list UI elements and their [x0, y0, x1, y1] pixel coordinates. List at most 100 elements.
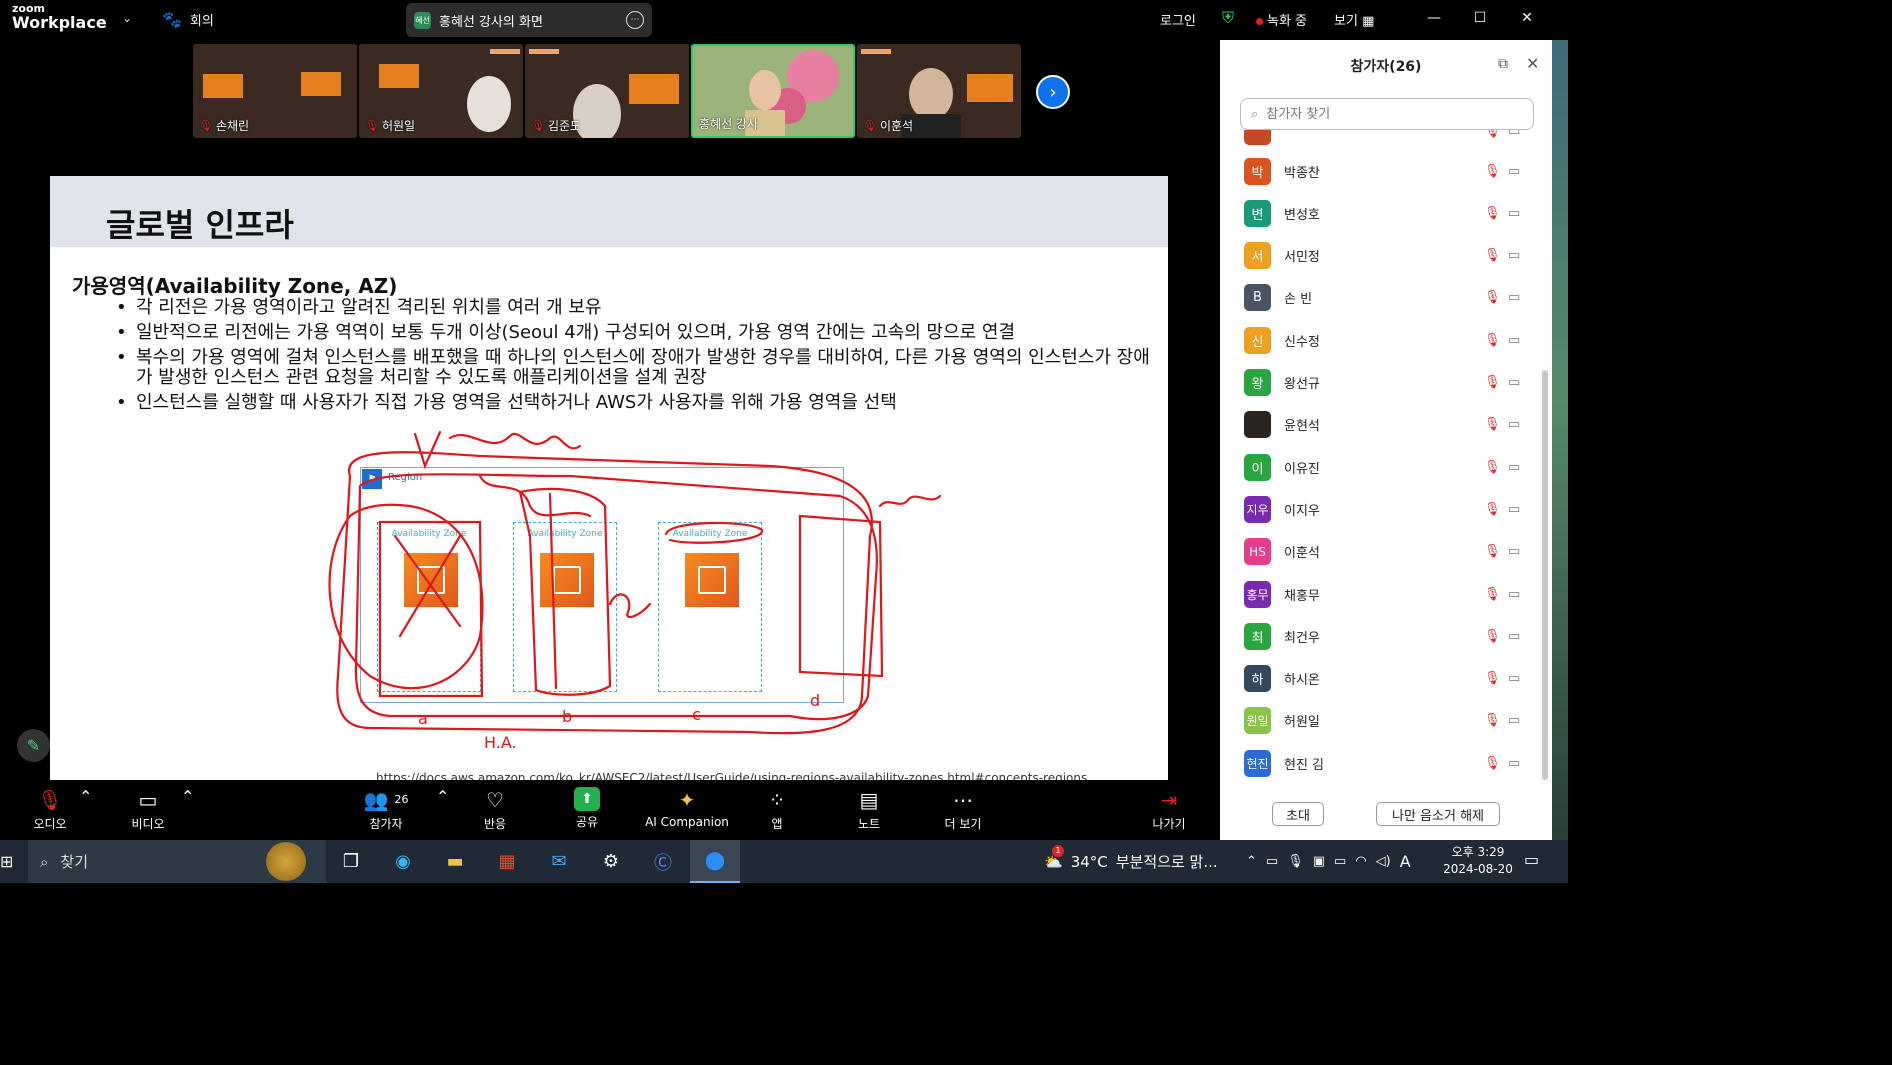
- participant-row[interactable]: 왕 왕선규 🎙 ▭: [1220, 362, 1540, 404]
- mic-muted-icon[interactable]: 🎙: [1484, 130, 1501, 139]
- wifi-icon[interactable]: ◠: [1355, 854, 1366, 869]
- invite-button[interactable]: 초대: [1272, 802, 1324, 826]
- ime-indicator[interactable]: A: [1400, 852, 1411, 871]
- chevron-down-icon[interactable]: ⌄: [122, 11, 132, 25]
- participant-row[interactable]: 지우 이지우 🎙 ▭: [1220, 488, 1540, 530]
- camera-icon[interactable]: ▭: [1508, 290, 1520, 305]
- video-tile[interactable]: 🎙 김준도: [525, 44, 689, 138]
- camera-icon[interactable]: ▭: [1508, 544, 1520, 559]
- mic-muted-icon[interactable]: 🎙: [1484, 333, 1501, 348]
- camera-icon[interactable]: ▭: [1508, 164, 1520, 179]
- chevron-up-icon[interactable]: ⌃: [79, 787, 92, 806]
- mic-muted-icon[interactable]: 🎙: [1484, 206, 1501, 221]
- participant-row[interactable]: 최 최건우 🎙 ▭: [1220, 615, 1540, 657]
- mail-icon[interactable]: ✉: [534, 840, 584, 883]
- participant-row[interactable]: 서 서민정 🎙 ▭: [1220, 235, 1540, 277]
- mic-muted-icon[interactable]: 🎙: [1484, 629, 1501, 644]
- mic-muted-icon[interactable]: 🎙: [1484, 756, 1501, 771]
- video-button[interactable]: ▭ 비디오: [108, 787, 188, 832]
- camera-icon[interactable]: ▭: [1266, 854, 1278, 869]
- camera-icon[interactable]: ▭: [1508, 460, 1520, 475]
- zoom-workplace-logo[interactable]: zoom Workplace: [12, 3, 107, 31]
- scrollbar-thumb[interactable]: [1542, 370, 1548, 780]
- video-tile[interactable]: 🎙 손채린: [193, 44, 357, 138]
- more-options-icon[interactable]: ⋯: [626, 11, 644, 29]
- mic-muted-icon[interactable]: 🎙: [1484, 417, 1501, 432]
- mic-muted-icon[interactable]: 🎙: [1484, 460, 1501, 475]
- participant-row[interactable]: 신 신수정 🎙 ▭: [1220, 319, 1540, 361]
- camera-icon[interactable]: ▭: [1508, 206, 1520, 221]
- participant-search-input[interactable]: [1266, 106, 1507, 122]
- login-link[interactable]: 로그인: [1160, 10, 1196, 29]
- zoom-app-icon[interactable]: ⬤: [690, 840, 740, 883]
- participant-row[interactable]: 현진 현진 김 🎙 ▭: [1220, 742, 1540, 784]
- camera-icon[interactable]: ▭: [1508, 629, 1520, 644]
- camera-icon[interactable]: ▭: [1508, 502, 1520, 517]
- participant-search[interactable]: ⌕: [1240, 98, 1534, 130]
- task-view-icon[interactable]: ❐: [326, 840, 376, 883]
- recording-indicator[interactable]: 녹화 중: [1256, 10, 1307, 29]
- weather-widget[interactable]: ⛅ 1 34°C 부분적으로 맑...: [1044, 840, 1218, 883]
- share-button[interactable]: ⬆ 공유: [547, 787, 627, 830]
- participant-row[interactable]: 이 이유진 🎙 ▭: [1220, 446, 1540, 488]
- audio-button[interactable]: 🎙 오디오: [10, 787, 90, 832]
- notes-button[interactable]: ▤ 노트: [829, 787, 909, 832]
- camera-icon[interactable]: ▭: [1508, 587, 1520, 602]
- settings-gear-icon[interactable]: ⚙: [586, 840, 636, 883]
- mic-muted-icon[interactable]: 🎙: [1484, 713, 1501, 728]
- more-button[interactable]: ⋯ 더 보기: [923, 787, 1003, 832]
- camera-icon[interactable]: ▭: [1508, 713, 1520, 728]
- maximize-icon[interactable]: ☐: [1466, 6, 1494, 30]
- video-tile[interactable]: 🎙 이훈석: [857, 44, 1021, 138]
- mic-muted-icon[interactable]: 🎙: [1484, 375, 1501, 390]
- shield-check-icon[interactable]: ⛨: [1222, 8, 1234, 28]
- camera-icon[interactable]: ▭: [1508, 130, 1520, 139]
- close-icon[interactable]: ✕: [1526, 54, 1539, 73]
- panel-scrollbar[interactable]: [1542, 130, 1548, 785]
- camera-icon[interactable]: ▭: [1508, 375, 1520, 390]
- view-button[interactable]: 보기 ▦: [1334, 10, 1374, 29]
- camera-icon[interactable]: ▭: [1508, 248, 1520, 263]
- participant-row[interactable]: 🎙 ▭: [1220, 130, 1540, 152]
- share-status-pill[interactable]: 혜선 홍혜선 강사의 화면 ⋯: [406, 3, 652, 37]
- mic-muted-icon[interactable]: 🎙: [1484, 671, 1501, 686]
- participant-row[interactable]: 원일 허원일 🎙 ▭: [1220, 700, 1540, 742]
- taskbar-search[interactable]: ⌕ 찾기: [28, 840, 326, 883]
- participant-row[interactable]: 하 하시온 🎙 ▭: [1220, 658, 1540, 700]
- clock[interactable]: 오후 3:29 2024-08-20: [1440, 844, 1516, 878]
- annotate-pen-icon[interactable]: ✎: [17, 729, 50, 762]
- participant-row[interactable]: B 손 빈 🎙 ▭: [1220, 277, 1540, 319]
- camera-icon[interactable]: ▭: [1508, 756, 1520, 771]
- participants-button[interactable]: 👥 26 참가자: [346, 787, 426, 832]
- popout-icon[interactable]: ⧉: [1498, 56, 1508, 72]
- participant-row[interactable]: 변 변성호 🎙 ▭: [1220, 192, 1540, 234]
- chevron-up-icon[interactable]: ⌃: [181, 787, 194, 806]
- meeting-button[interactable]: 🐾 회의: [162, 8, 214, 30]
- participant-row[interactable]: 홍무 채홍무 🎙 ▭: [1220, 573, 1540, 615]
- reactions-button[interactable]: ♡ 반응: [455, 787, 535, 832]
- camera-icon[interactable]: ▭: [1508, 333, 1520, 348]
- notification-icon[interactable]: ▭: [1524, 850, 1539, 869]
- microphone-icon[interactable]: 🎙: [1287, 854, 1304, 869]
- mic-muted-icon[interactable]: 🎙: [1484, 544, 1501, 559]
- mic-muted-icon[interactable]: 🎙: [1484, 502, 1501, 517]
- display-icon[interactable]: ▣: [1313, 854, 1325, 869]
- file-explorer-icon[interactable]: ▬: [430, 840, 480, 883]
- mic-muted-icon[interactable]: 🎙: [1484, 587, 1501, 602]
- speaker-icon[interactable]: ◁): [1376, 854, 1391, 869]
- close-icon[interactable]: ✕: [1513, 6, 1541, 30]
- app-c-icon[interactable]: Ⓒ: [638, 840, 688, 883]
- ai-companion-button[interactable]: ✦ AI Companion: [637, 787, 737, 829]
- participant-row[interactable]: 박 박종찬 🎙 ▭: [1220, 150, 1540, 192]
- chevron-up-icon[interactable]: ⌃: [1246, 854, 1257, 869]
- windows-start-icon[interactable]: ⊞: [0, 852, 16, 871]
- chevron-up-icon[interactable]: ⌃: [436, 787, 449, 806]
- video-tile-active-speaker[interactable]: 홍혜선 강사: [691, 44, 855, 138]
- participant-row[interactable]: HS 이훈석 🎙 ▭: [1220, 531, 1540, 573]
- edge-browser-icon[interactable]: ◉: [378, 840, 428, 883]
- participant-row[interactable]: 윤현석 🎙 ▭: [1220, 404, 1540, 446]
- camera-icon[interactable]: ▭: [1508, 671, 1520, 686]
- store-icon[interactable]: ▦: [482, 840, 532, 883]
- mic-muted-icon[interactable]: 🎙: [1484, 164, 1501, 179]
- mic-muted-icon[interactable]: 🎙: [1484, 290, 1501, 305]
